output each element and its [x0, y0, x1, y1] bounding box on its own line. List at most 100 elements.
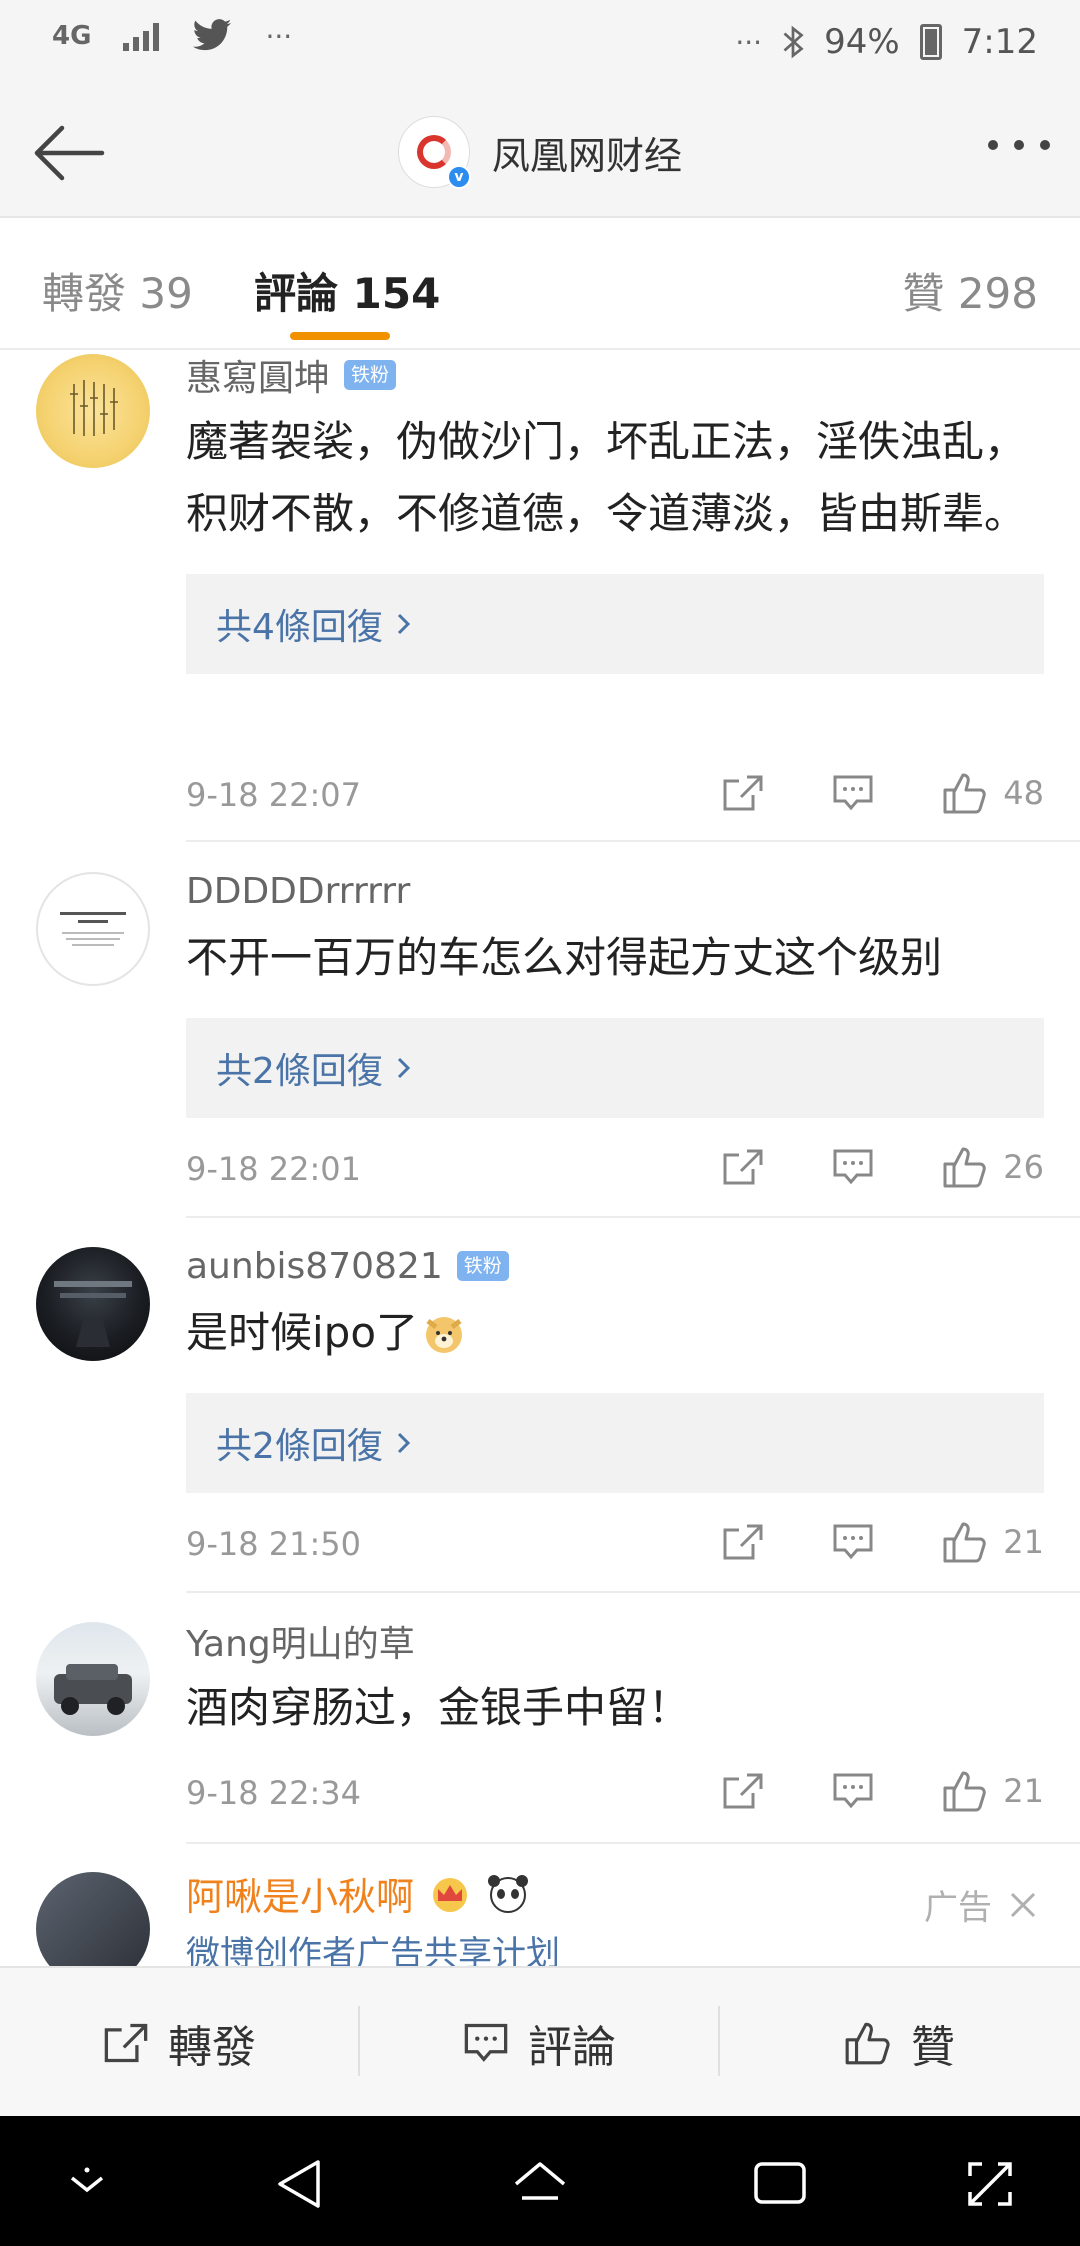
- text-avatar-image: [60, 912, 126, 946]
- thumbs-up-icon: [943, 1771, 987, 1812]
- tab-likes[interactable]: 贊 298: [902, 260, 1038, 321]
- chevron-right-icon: [397, 613, 411, 635]
- comment-icon: [833, 775, 873, 811]
- active-tab-indicator: [290, 332, 390, 340]
- comment-time: 9-18 22:34: [186, 1774, 362, 1812]
- like-post-button[interactable]: 贊: [720, 1968, 1078, 2118]
- share-icon: [104, 2023, 148, 2063]
- share-button[interactable]: [721, 773, 765, 813]
- comment-icon: [464, 2023, 508, 2062]
- home-icon[interactable]: [510, 2156, 570, 2212]
- account-header[interactable]: v 凤凰网财经: [398, 116, 683, 189]
- replies-link[interactable]: 共2條回復: [186, 1018, 1044, 1118]
- comment-meta: 9-18 22:34 21: [186, 1768, 1044, 1818]
- replies-count: 共4條回復: [216, 607, 383, 648]
- repost-button[interactable]: 轉發: [0, 1968, 358, 2118]
- thumbs-up-icon: [943, 1147, 987, 1188]
- doge-emoji-icon: [426, 1317, 463, 1353]
- tab-reposts[interactable]: 轉發 39: [42, 260, 193, 321]
- username[interactable]: DDDDDrrrrrr: [186, 871, 410, 912]
- replies-count: 共2條回復: [216, 1426, 383, 1467]
- share-button[interactable]: [721, 1147, 765, 1187]
- expand-icon[interactable]: [962, 2156, 1018, 2212]
- share-icon: [723, 1149, 763, 1185]
- like-button[interactable]: 21: [941, 1768, 1044, 1814]
- like-label: 贊: [911, 2022, 955, 2073]
- overflow-icon: ···: [265, 19, 293, 53]
- reply-button[interactable]: [831, 1147, 875, 1187]
- ad-subtitle[interactable]: 微博创作者广告共享计划: [186, 1926, 1044, 1966]
- comment-meta: 9-18 21:50 21: [186, 1519, 1044, 1569]
- bluetooth-icon: [783, 25, 804, 59]
- comment-meta: 9-18 22:01 26: [186, 1144, 1044, 1194]
- like-button[interactable]: 48: [941, 770, 1044, 816]
- comment-body: 惠寫圓坤 铁粉 魔著袈裟，伪做沙门，坏乱正法，淫佚浊乱，积财不散，不修道德，令道…: [186, 352, 1044, 674]
- like-button[interactable]: 21: [941, 1519, 1044, 1565]
- chevron-right-icon: [397, 1432, 411, 1454]
- poster-avatar-image: [54, 1281, 132, 1347]
- ad-item: 阿啾是小秋啊 微博创作者广告共享计划 广告: [0, 1868, 1080, 1966]
- phoenix-logo-icon: [417, 135, 451, 169]
- verified-icon: v: [447, 165, 471, 189]
- more-icon[interactable]: [988, 140, 1050, 150]
- account-name: 凤凰网财经: [492, 133, 683, 178]
- recent-apps-icon[interactable]: [752, 2158, 808, 2208]
- username[interactable]: aunbis870821: [186, 1246, 443, 1287]
- like-count: 21: [1003, 1772, 1044, 1810]
- account-avatar[interactable]: v: [398, 116, 471, 189]
- avatar[interactable]: [36, 1622, 150, 1736]
- back-arrow-icon[interactable]: [30, 118, 106, 188]
- like-count: 48: [1003, 774, 1044, 812]
- comment-text: 魔著袈裟，伪做沙门，坏乱正法，淫佚浊乱，积财不散，不修道德，令道薄淡，皆由斯辈。: [186, 417, 1027, 538]
- share-icon: [723, 775, 763, 811]
- comment-body: aunbis870821 铁粉 是时候ipo了 共2條回復: [186, 1243, 1044, 1493]
- divider: [186, 1216, 1080, 1218]
- share-button[interactable]: [721, 1522, 765, 1562]
- back-icon[interactable]: [272, 2156, 328, 2212]
- comment-text: 不开一百万的车怎么对得起方丈这个级别: [186, 933, 943, 982]
- chevron-down-icon[interactable]: [62, 2164, 112, 2204]
- close-icon[interactable]: [1008, 1890, 1038, 1920]
- username[interactable]: Yang明山的草: [186, 1615, 415, 1667]
- avatar[interactable]: [36, 1872, 150, 1966]
- ad-account-name[interactable]: 阿啾是小秋啊: [186, 1868, 414, 1921]
- fan-badge: 铁粉: [344, 360, 397, 390]
- reply-button[interactable]: [831, 773, 875, 813]
- username[interactable]: 惠寫圓坤: [186, 349, 330, 401]
- comment-label: 評論: [528, 2022, 616, 2073]
- reply-button[interactable]: [831, 1771, 875, 1811]
- car-avatar-image: [54, 1664, 132, 1715]
- share-icon: [723, 1524, 763, 1560]
- like-button[interactable]: 26: [941, 1144, 1044, 1190]
- bottom-action-bar: 轉發 評論 贊: [0, 1966, 1080, 2116]
- crown-icon: [433, 1878, 468, 1912]
- thumbs-up-icon: [943, 773, 987, 814]
- share-icon: [723, 1773, 763, 1809]
- chevron-right-icon: [397, 1057, 411, 1079]
- avatar[interactable]: [36, 354, 150, 468]
- thumbs-up-icon: [943, 1522, 987, 1563]
- comment-body: DDDDDrrrrrr 不开一百万的车怎么对得起方丈这个级别 共2條回復: [186, 868, 1044, 1118]
- divider: [186, 840, 1080, 842]
- fan-badge: 铁粉: [456, 1251, 509, 1281]
- avatar[interactable]: [36, 872, 150, 986]
- avatar[interactable]: [36, 1247, 150, 1361]
- ad-body: 阿啾是小秋啊 微博创作者广告共享计划: [186, 1868, 1044, 1967]
- twitter-icon: [193, 19, 232, 51]
- status-bar: 4G ··· ··· 94% 7:12: [0, 0, 1080, 90]
- comment-icon: [833, 1149, 873, 1185]
- replies-link[interactable]: 共2條回復: [186, 1393, 1044, 1493]
- comment-icon: [833, 1773, 873, 1809]
- system-navigation-bar: [0, 2116, 1080, 2246]
- share-button[interactable]: [721, 1771, 765, 1811]
- comment-button[interactable]: 評論: [360, 1968, 718, 2118]
- network-type: 4G: [52, 21, 92, 51]
- tab-comments[interactable]: 評論 154: [254, 260, 440, 321]
- replies-link[interactable]: 共4條回復: [186, 574, 1044, 674]
- like-count: 21: [1003, 1523, 1044, 1561]
- battery-level: 94%: [824, 22, 900, 62]
- comment-text: 是时候ipo了: [186, 1297, 1044, 1369]
- comment-body: Yang明山的草 酒肉穿肠过，金银手中留！: [186, 1618, 1044, 1744]
- ad-tag: 广告: [924, 1880, 1038, 1929]
- reply-button[interactable]: [831, 1522, 875, 1562]
